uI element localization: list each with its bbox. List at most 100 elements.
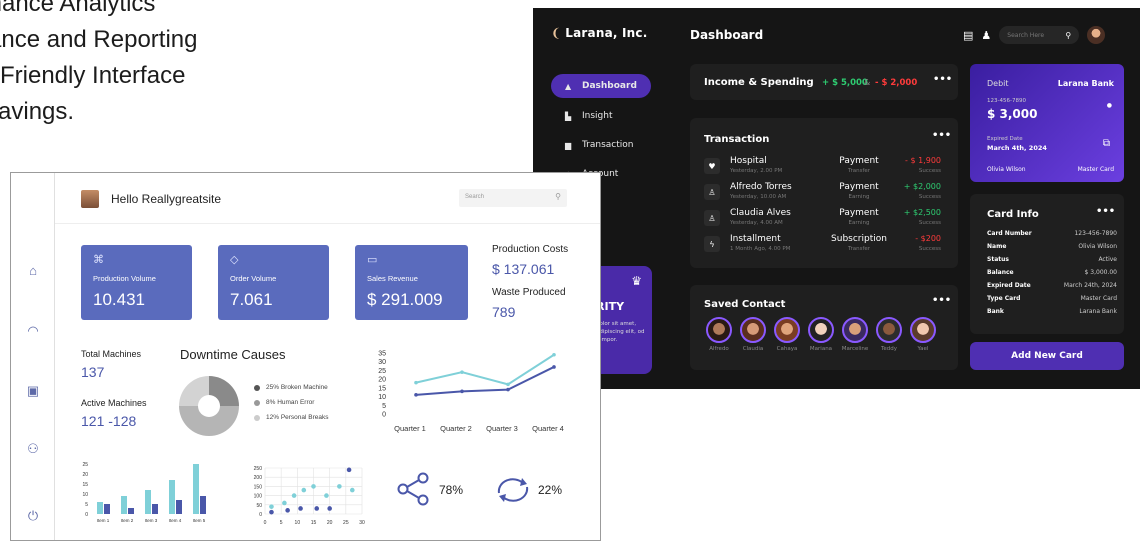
y-tick-label: 20 (82, 472, 88, 478)
transaction-row[interactable]: ♥ Hospital Yesterday, 2.00 PM Payment Tr… (704, 156, 949, 180)
page-title: Dashboard (690, 28, 764, 42)
topbar-actions: ▤ ♟ Search Here ⚲ (963, 26, 1106, 44)
copy-icon[interactable]: ⧉ (1103, 138, 1110, 149)
y-tick-label: 0 (382, 412, 386, 419)
kpi-card[interactable]: ◇ Order Volume 7.061 (218, 245, 329, 320)
document-icon: ▆ (565, 140, 572, 150)
contact-item[interactable]: Yael (908, 317, 938, 352)
total-machines-label: Total Machines (81, 349, 142, 359)
more-icon[interactable]: ••• (933, 74, 952, 85)
info-value: 123-456-7890 (1074, 230, 1117, 237)
x-tick-label: 15 (311, 520, 317, 526)
message-icon[interactable]: ▤ (963, 29, 973, 42)
data-point (350, 487, 355, 493)
contact-item[interactable]: Teddy (874, 317, 904, 352)
more-icon[interactable]: ••• (932, 130, 951, 141)
transaction-row[interactable]: ♙ Claudia Alves Yesterday, 4.00 AM Payme… (704, 208, 949, 232)
x-tick-label: 10 (295, 520, 301, 526)
contact-item[interactable]: Cahaya (772, 317, 802, 352)
data-point (346, 467, 352, 473)
share-icon[interactable] (397, 472, 429, 506)
transaction-amount: - $200 (915, 234, 941, 243)
y-tick-label: 50 (256, 503, 262, 509)
production-dashboard: ⌂ ◠ ▣ ⚇ ⏻ Hello Reallygreatsite Search ⚲ … (10, 172, 601, 541)
kpi-card[interactable]: ▭ Sales Revenue $ 291.009 (355, 245, 468, 320)
heart-icon: ♥ (704, 158, 720, 174)
y-tick-label: 200 (254, 475, 263, 481)
contact-item[interactable]: Alfredo (704, 317, 734, 352)
kpi-card[interactable]: ⌘ Production Volume 10.431 (81, 245, 192, 320)
search-icon[interactable]: ⚲ (555, 192, 561, 201)
x-tick-label: Item 3 (145, 518, 158, 523)
contact-item[interactable]: Claudia (738, 317, 768, 352)
y-tick-label: 35 (378, 351, 386, 358)
avatar[interactable] (81, 190, 99, 208)
y-tick-label: 150 (254, 484, 263, 490)
briefcase-icon[interactable]: ▣ (23, 383, 43, 403)
y-tick-label: 15 (82, 482, 88, 488)
transaction-category: Transfer (847, 246, 871, 252)
nav-dashboard[interactable]: ▲ Dashboard (551, 74, 651, 98)
info-key: Status (987, 256, 1009, 263)
bell-icon[interactable]: ♟ (981, 29, 991, 42)
info-key: Type Card (987, 295, 1021, 302)
search-input[interactable]: Search ⚲ (459, 189, 567, 207)
home-icon[interactable]: ⌂ (23, 263, 43, 283)
x-tick-label: Item 4 (169, 518, 182, 523)
y-tick-label: 5 (85, 502, 88, 508)
kpi-value: $ 291.009 (367, 290, 443, 309)
transaction-row[interactable]: ♙ Alfredo Torres Yesterday, 10.00 AM Pay… (704, 182, 949, 206)
search-input[interactable]: Search Here ⚲ (999, 26, 1080, 44)
bar (145, 490, 151, 514)
data-point (314, 506, 320, 511)
avatar (706, 317, 732, 343)
add-new-card-button[interactable]: Add New Card (970, 342, 1124, 370)
brand-logo[interactable]: ❨ Larana, Inc. (551, 26, 647, 40)
more-icon[interactable]: ••• (932, 295, 951, 306)
transaction-date: Yesterday, 2.00 PM (730, 168, 783, 174)
lightning-icon: ϟ (704, 236, 720, 252)
data-point (269, 504, 274, 509)
transaction-card: Transaction ••• ♥ Hospital Yesterday, 2.… (690, 118, 958, 268)
transaction-category: Earning (848, 194, 870, 200)
transaction-date: Yesterday, 10.00 AM (730, 194, 787, 200)
group-icon[interactable]: ⚇ (23, 441, 43, 461)
x-tick-label: 25 (343, 520, 349, 526)
cash-icon: ▭ (367, 254, 378, 266)
nav-insight[interactable]: ▙ Insight (551, 104, 651, 128)
avatar (808, 317, 834, 343)
data-point (337, 484, 342, 489)
avatar (910, 317, 936, 343)
contact-name: Mariana (809, 346, 833, 352)
y-tick-label: 15 (378, 385, 386, 392)
contact-item[interactable]: Mariana (806, 317, 836, 352)
transaction-row[interactable]: ϟ Installment 1 Month Ago, 4.00 PM Subsc… (704, 234, 949, 258)
bank-name: Larana Bank (1057, 79, 1114, 88)
power-icon[interactable]: ⏻ (23, 508, 43, 528)
more-icon[interactable]: ••• (1096, 206, 1115, 217)
refresh-icon[interactable] (493, 475, 533, 505)
nav-transaction[interactable]: ▆ Transaction (551, 133, 651, 157)
downtime-title: Downtime Causes (180, 347, 286, 362)
income-separator: & (864, 78, 871, 87)
contact-item[interactable]: Marceline (840, 317, 870, 352)
contact-name: Marceline (841, 346, 869, 352)
info-value: $ 3,000.00 (1084, 269, 1117, 276)
legend-swatch (254, 414, 260, 421)
search-icon[interactable]: ⚲ (1065, 31, 1071, 40)
x-tick-label: 20 (327, 520, 333, 526)
promo-card[interactable]: ♛ RITY dolor sit amet, adipiscing elit, … (596, 266, 652, 374)
kpi-value: 10.431 (93, 290, 145, 309)
transaction-status: Success (918, 194, 941, 200)
card-type: Master Card (1077, 166, 1114, 173)
refresh-percentage: 22% (538, 483, 563, 497)
data-point (324, 493, 329, 498)
user-avatar[interactable] (1087, 26, 1106, 44)
gauge-icon[interactable]: ◠ (23, 323, 43, 343)
bar (121, 496, 127, 514)
transaction-amount: + $2,500 (903, 208, 941, 217)
scatter-chart: 0 50 100 150 200 250 0 5 10 15 20 25 30 (254, 466, 365, 526)
x-tick-label: Quarter 4 (532, 424, 564, 433)
transaction-date: 1 Month Ago, 4.00 PM (730, 246, 791, 252)
debit-card[interactable]: Debit Larana Bank 123-456-7890 $ 3,000 ●… (970, 64, 1124, 182)
